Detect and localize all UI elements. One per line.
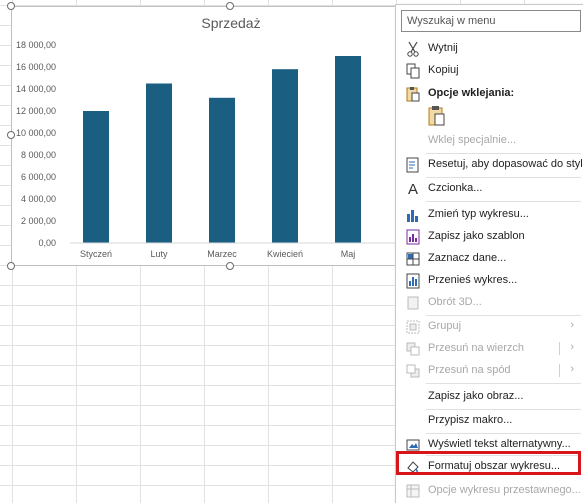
menu-item-label: Wytnij	[428, 42, 458, 54]
menu-item-label: Opcje wykresu przestawnego...	[428, 484, 581, 496]
menu-item-label: Grupuj	[428, 320, 462, 332]
paste-icon	[405, 86, 421, 102]
bar[interactable]	[83, 111, 109, 243]
chevron-right-icon: ›	[570, 363, 574, 375]
select-data-icon	[405, 251, 421, 267]
chart-title: Sprzedaż	[201, 15, 260, 31]
menu-item-label: Przypisz makro...	[428, 414, 513, 426]
x-tick-label: Styczeń	[80, 249, 112, 259]
y-tick-label: 2 000,00	[21, 216, 56, 226]
menu-item-label: Zmień typ wykresu...	[428, 208, 529, 220]
menu-item-change-chart-type[interactable]: Zmień typ wykresu...	[397, 204, 583, 225]
y-tick-label: 10 000,00	[16, 128, 56, 138]
x-tick-label: Maj	[341, 249, 356, 259]
y-tick-label: 0,00	[38, 238, 56, 248]
resize-handle-bottom[interactable]	[226, 262, 234, 270]
menu-item-bring-to-front: Przesuń na wierzch ›	[397, 338, 583, 359]
bring-front-icon	[405, 341, 421, 357]
menu-item-cut[interactable]: Wytnij	[397, 38, 583, 59]
menu-item-label: Formatuj obszar wykresu...	[428, 460, 561, 472]
menu-item-alt-text[interactable]: Wyświetl tekst alternatywny...	[397, 434, 583, 455]
resize-handle-top-left[interactable]	[7, 2, 15, 10]
menu-item-label: Wyświetl tekst alternatywny...	[428, 438, 571, 450]
menu-item-paste-special: Wklej specjalnie...	[397, 130, 583, 151]
bar[interactable]	[272, 69, 298, 243]
bar[interactable]	[146, 83, 172, 244]
menu-item-save-template[interactable]: Zapisz jako szablon	[397, 226, 583, 247]
menu-item-font[interactable]: A Czcionka...	[397, 178, 583, 199]
y-tick-label: 12 000,00	[16, 106, 56, 116]
menu-item-3d-rotation: Obrót 3D...	[397, 292, 583, 313]
menu-item-label: Kopiuj	[428, 64, 459, 76]
menu-item-paste-options: Opcje wklejania:	[397, 83, 583, 104]
menu-item-label: Zapisz jako szablon	[428, 230, 525, 242]
x-tick-label: Marzec	[207, 249, 237, 259]
menu-item-copy[interactable]: Kopiuj	[397, 60, 583, 81]
menu-item-label: Opcje wklejania:	[428, 87, 515, 99]
y-tick-label: 18 000,00	[16, 40, 56, 50]
save-template-icon	[405, 229, 421, 245]
group-icon	[405, 319, 421, 335]
resize-handle-top[interactable]	[226, 2, 234, 10]
menu-item-pivot-options: Opcje wykresu przestawnego...	[397, 480, 583, 501]
y-tick-label: 6 000,00	[21, 172, 56, 182]
menu-item-group: Grupuj ›	[397, 316, 583, 337]
menu-item-move-chart[interactable]: Przenieś wykres...	[397, 270, 583, 291]
menu-separator	[426, 383, 581, 384]
menu-item-label: Zapisz jako obraz...	[428, 390, 524, 402]
menu-item-select-data[interactable]: Zaznacz dane...	[397, 248, 583, 269]
menu-item-label: Obrót 3D...	[428, 296, 482, 308]
bar[interactable]	[335, 56, 361, 243]
menu-item-label: Zaznacz dane...	[428, 252, 507, 264]
menu-search-input[interactable]	[401, 10, 581, 32]
chevron-right-icon: ›	[570, 341, 574, 353]
rotate-3d-icon	[405, 295, 421, 311]
alt-text-icon	[405, 437, 421, 453]
format-area-icon	[405, 459, 421, 475]
split-divider	[559, 342, 560, 355]
menu-item-reset-style[interactable]: Resetuj, aby dopasować do stylu	[397, 154, 583, 175]
resize-handle-left[interactable]	[7, 131, 15, 139]
menu-item-label: Wklej specjalnie...	[428, 134, 517, 146]
x-tick-label: Kwiecień	[267, 249, 303, 259]
bar[interactable]	[209, 97, 235, 243]
move-chart-icon	[405, 273, 421, 289]
menu-item-assign-macro[interactable]: Przypisz makro...	[397, 410, 583, 431]
copy-icon	[405, 63, 421, 79]
font-icon: A	[407, 180, 418, 198]
menu-item-label: Przesuń na spód	[428, 364, 511, 376]
bar-chart[interactable]: Sprzedaż 0,00 2 000,00 4 000,00 6 000,00 8 0…	[12, 7, 431, 267]
resize-handle-bottom-left[interactable]	[7, 262, 15, 270]
y-tick-label: 16 000,00	[16, 62, 56, 72]
x-tick-label: Luty	[150, 249, 168, 259]
y-tick-label: 8 000,00	[21, 150, 56, 160]
menu-item-format-chart-area[interactable]: Formatuj obszar wykresu...	[397, 456, 583, 477]
scissors-icon	[405, 41, 421, 57]
menu-item-label: Przenieś wykres...	[428, 274, 518, 286]
y-tick-label: 14 000,00	[16, 84, 56, 94]
menu-item-send-to-back: Przesuń na spód ›	[397, 360, 583, 381]
context-menu: Wytnij Kopiuj Opcje wklejania: Wklej spe…	[395, 4, 583, 503]
menu-separator	[426, 201, 581, 202]
chart-type-icon	[405, 207, 421, 223]
split-divider	[559, 364, 560, 377]
chart-area[interactable]: Sprzedaż 0,00 2 000,00 4 000,00 6 000,00 8 0…	[11, 6, 431, 267]
paste-option-icon[interactable]	[428, 105, 446, 127]
chevron-right-icon: ›	[570, 319, 574, 331]
y-tick-label: 4 000,00	[21, 194, 56, 204]
send-back-icon	[405, 363, 421, 379]
reset-style-icon	[405, 157, 421, 173]
menu-item-save-as-picture[interactable]: Zapisz jako obraz...	[397, 386, 583, 407]
pivot-options-icon	[405, 483, 421, 499]
menu-item-label: Czcionka...	[428, 182, 483, 194]
menu-item-label: Resetuj, aby dopasować do stylu	[428, 158, 583, 170]
menu-item-label: Przesuń na wierzch	[428, 342, 524, 354]
